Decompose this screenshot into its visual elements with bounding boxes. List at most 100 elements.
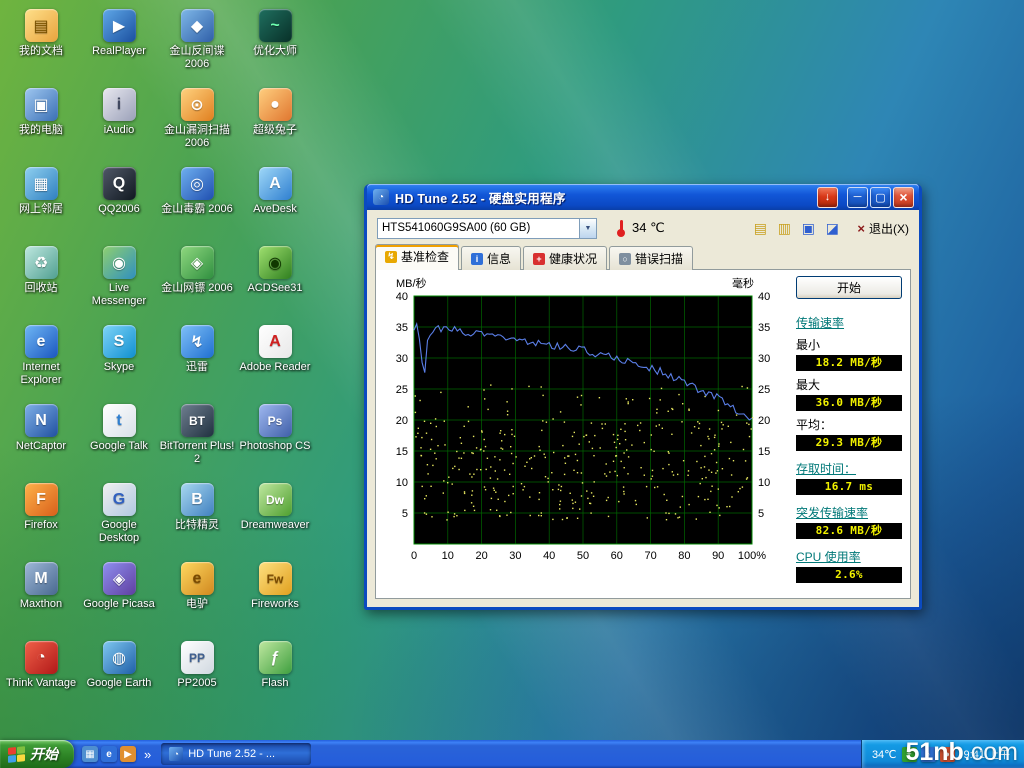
desktop-icon-realplayer[interactable]: ▶RealPlayer [80,4,158,83]
desktop-icon-acdsee[interactable]: ◉ ACDSee31 [236,241,314,320]
window-body: HTS541060G9SA00 (60 GB) ▼ 34 ℃ ▤▥▣◪ × 退出… [367,210,919,607]
desktop-icon-flash[interactable]: ƒFlash [236,636,314,715]
toolbar-icons: ▤▥▣◪ [749,217,843,239]
close-button[interactable]: × [893,187,914,208]
quick-launch-overflow-chevron[interactable]: » [140,747,155,762]
title-bar[interactable]: ◔ HD Tune 2.52 - 硬盘实用程序 ↓ ─ ▢ × [367,184,919,210]
desktop-icon-kingsoft-antivirus[interactable]: ◎金山毒霸 2006 [158,162,236,241]
media-player-quicklaunch-icon[interactable]: ▶ [120,746,136,762]
svg-text:15: 15 [396,446,408,458]
skype-icon: S [103,325,136,358]
desktop-icon-recycle-bin[interactable]: ♻ 回收站 [2,241,80,320]
super-rabbit-icon: ● [259,88,292,121]
maxthon-icon: M [25,562,58,595]
desktop-icon-label: 优化大师 [253,45,297,58]
svg-text:MB/秒: MB/秒 [396,276,427,290]
tab-bar: ↯基准检查i信息+健康状况○错误扫描 [367,246,919,269]
copy-text-icon[interactable]: ▤ [749,217,771,239]
desktop-icon-fireworks[interactable]: FwFireworks [236,557,314,636]
start-button-taskbar[interactable]: 开始 [0,740,74,768]
show-desktop-icon[interactable]: ▦ [82,746,98,762]
minimize-button[interactable]: ─ [847,187,868,208]
desktop-icons: ▤我的文档▣我的电脑 ▦ 网上邻居 ♻ 回收站 eInternet ExplorerNNe… [2,4,314,715]
min-label: 最小 [796,336,902,353]
desktop-icon-adobe-reader[interactable]: AAdobe Reader [236,320,314,399]
acdsee-icon: ◉ [259,246,292,279]
tab-label: 信息 [487,250,511,267]
svg-text:60: 60 [611,550,623,562]
recycle-bin-icon: ♻ [25,246,58,279]
svg-text:40: 40 [396,291,408,303]
desktop-icon-photoshop-cs[interactable]: PsPhotoshop CS [236,399,314,478]
desktop-icon-google-picasa[interactable]: ◈Google Picasa [80,557,158,636]
antivirus-tray-icon[interactable]: + [902,747,917,762]
tab-benchmark[interactable]: ↯基准检查 [375,244,459,270]
desktop-icon-label: Google Desktop [81,519,157,545]
desktop-icon-google-talk[interactable]: tGoogle Talk [80,399,158,478]
desktop-icon-thunder[interactable]: ↯迅雷 [158,320,236,399]
desktop-icon-label: 网上邻居 [19,203,63,216]
desktop-icon-youhua-dashi[interactable]: ~优化大师 [236,4,314,83]
desktop-icon-google-desktop[interactable]: GGoogle Desktop [80,478,158,557]
taskbar-task-hdtune[interactable]: ◔ HD Tune 2.52 - ... [161,743,311,765]
desktop-icon-kingsoft-scan[interactable]: ⊙金山漏洞扫描 2006 [158,83,236,162]
drive-select[interactable]: HTS541060G9SA00 (60 GB) ▼ [377,218,597,239]
save-sound-icon[interactable]: ◪ [821,217,843,239]
svg-text:5: 5 [402,508,408,520]
tab-error-scan[interactable]: ○错误扫描 [609,246,693,270]
system-tray: 34℃ +♪● 9:41 上午 [861,740,1024,768]
copy-screenshot-icon[interactable]: ▥ [773,217,795,239]
dreamweaver-icon: Dw [259,483,292,516]
svg-text:20: 20 [396,415,408,427]
qq2006-icon: Q [103,167,136,200]
desktop-icon-think-vantage[interactable]: ◔Think Vantage [2,636,80,715]
min-value: 18.2 MB/秒 [796,355,902,371]
desktop-icon-label: ACDSee31 [247,282,302,295]
desktop-icon-skype[interactable]: SSkype [80,320,158,399]
internet-explorer-quicklaunch-icon[interactable]: e [101,746,117,762]
desktop-icon-label: 回收站 [25,282,58,295]
tab-label: 基准检查 [401,248,449,265]
desktop-icon-maxthon[interactable]: MMaxthon [2,557,80,636]
desktop-icon-bittorrent-plus[interactable]: BTBitTorrent Plus! 2 [158,399,236,478]
kingsoft-antivirus-icon: ◎ [181,167,214,200]
desktop-icon-label: QQ2006 [98,203,140,216]
desktop-icon-label: Photoshop CS [240,440,311,453]
save-icon[interactable]: ▣ [797,217,819,239]
taskbar: 开始 ▦e▶ » ◔ HD Tune 2.52 - ... 34℃ +♪● 9:… [0,740,1024,768]
network-places-icon: ▦ [25,167,58,200]
desktop-icon-internet-explorer[interactable]: eInternet Explorer [2,320,80,399]
desktop-icon-super-rabbit[interactable]: ●超级兔子 [236,83,314,162]
desktop-icon-live-messenger[interactable]: ◉Live Messenger [80,241,158,320]
desktop-icon-network-places[interactable]: ▦ 网上邻居 [2,162,80,241]
tab-info[interactable]: i信息 [461,246,521,270]
desktop-icon-dreamweaver[interactable]: DwDreamweaver [236,478,314,557]
chevron-down-icon[interactable]: ▼ [579,219,596,238]
stay-on-top-button[interactable]: ↓ [817,187,838,208]
desktop-icon-iaudio[interactable]: iiAudio [80,83,158,162]
exit-button[interactable]: × 退出(X) [857,220,909,237]
desktop-icon-kingsoft-antispy[interactable]: ◆金山反间谍 2006 [158,4,236,83]
tray-temperature: 34℃ [872,748,897,761]
maximize-button[interactable]: ▢ [870,187,891,208]
desktop-icon-kingsoft-firewall[interactable]: ◈金山网镖 2006 [158,241,236,320]
transfer-rate-header: 传输速率 [796,314,902,331]
tab-health[interactable]: +健康状况 [523,246,607,270]
desktop-icon-label: PP2005 [177,677,216,690]
desktop-icon-netcaptor[interactable]: NNetCaptor [2,399,80,478]
start-button[interactable]: 开始 [796,276,902,299]
desktop-icon-my-documents[interactable]: ▤我的文档 [2,4,80,83]
svg-text:70: 70 [644,550,656,562]
desktop-icon-label: NetCaptor [16,440,66,453]
desktop-icon-firefox[interactable]: FFirefox [2,478,80,557]
desktop-icon-google-earth[interactable]: ◍Google Earth [80,636,158,715]
desktop-icon-edonkey[interactable]: e电驴 [158,557,236,636]
desktop-icon-qq2006[interactable]: Q QQ2006 [80,162,158,241]
desktop-icon-avedesk[interactable]: AAveDesk [236,162,314,241]
volume-tray-icon[interactable]: ♪ [921,747,936,762]
desktop-icon-my-computer[interactable]: ▣我的电脑 [2,83,80,162]
desktop-icon-bitspirit[interactable]: B比特精灵 [158,478,236,557]
monitor-tray-icon[interactable]: ● [940,747,955,762]
desktop-icon-pp2005[interactable]: PPPP2005 [158,636,236,715]
desktop-icon-label: Think Vantage [6,677,76,690]
